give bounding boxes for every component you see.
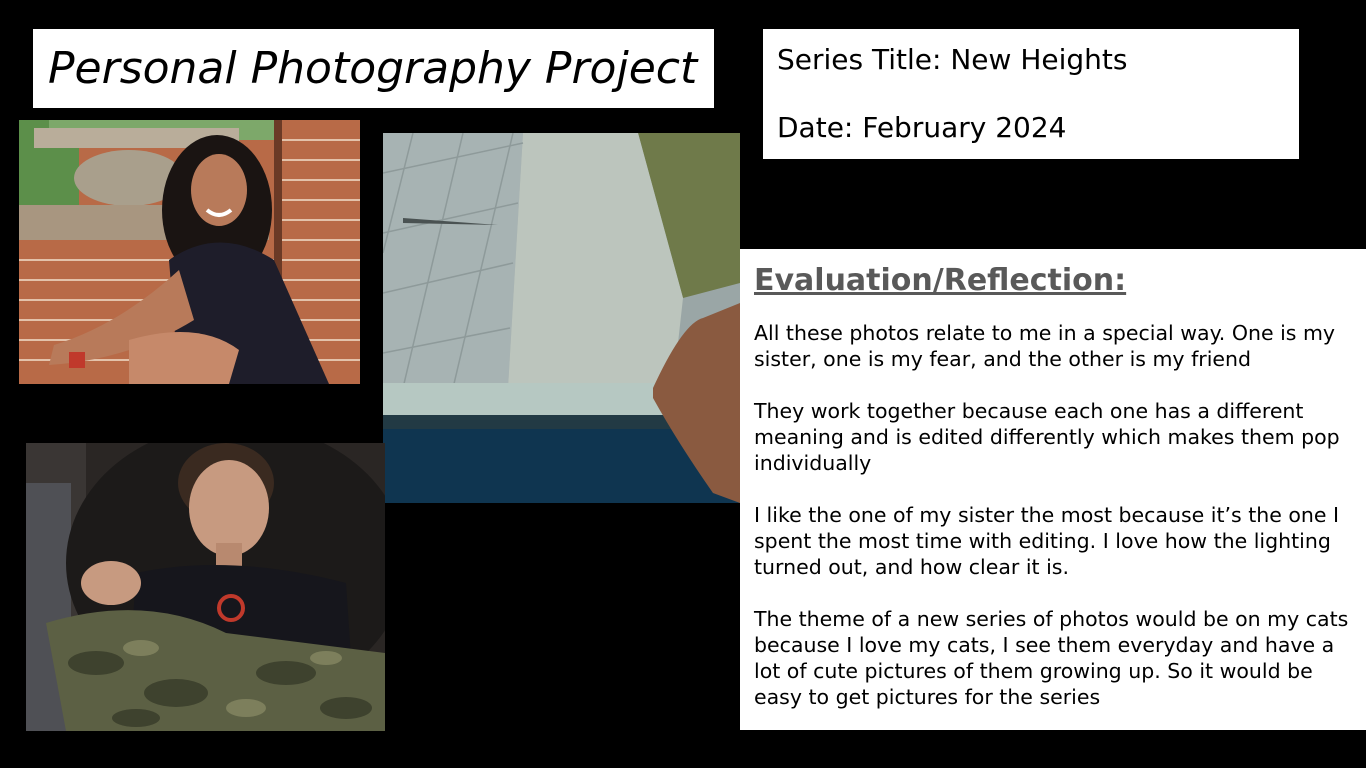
series-info-box: Series Title: New Heights Date: February… bbox=[763, 29, 1299, 159]
reflection-body: All these photos relate to me in a speci… bbox=[754, 320, 1354, 736]
series-title: Series Title: New Heights bbox=[777, 43, 1128, 76]
title-box: Personal Photography Project bbox=[33, 29, 714, 108]
photo-friend bbox=[26, 443, 385, 731]
page-title: Personal Photography Project bbox=[48, 43, 698, 94]
reflection-panel: Evaluation/Reflection: All these photos … bbox=[740, 249, 1366, 730]
photo-ledge bbox=[383, 133, 740, 503]
reflection-paragraph: I like the one of my sister the most bec… bbox=[754, 503, 1340, 579]
reflection-paragraph: All these photos relate to me in a speci… bbox=[754, 321, 1336, 371]
photo-sister bbox=[19, 120, 360, 384]
series-date: Date: February 2024 bbox=[777, 111, 1067, 144]
reflection-paragraph: The theme of a new series of photos woul… bbox=[754, 607, 1349, 709]
reflection-heading: Evaluation/Reflection: bbox=[754, 263, 1127, 298]
reflection-paragraph: They work together because each one has … bbox=[754, 399, 1340, 475]
